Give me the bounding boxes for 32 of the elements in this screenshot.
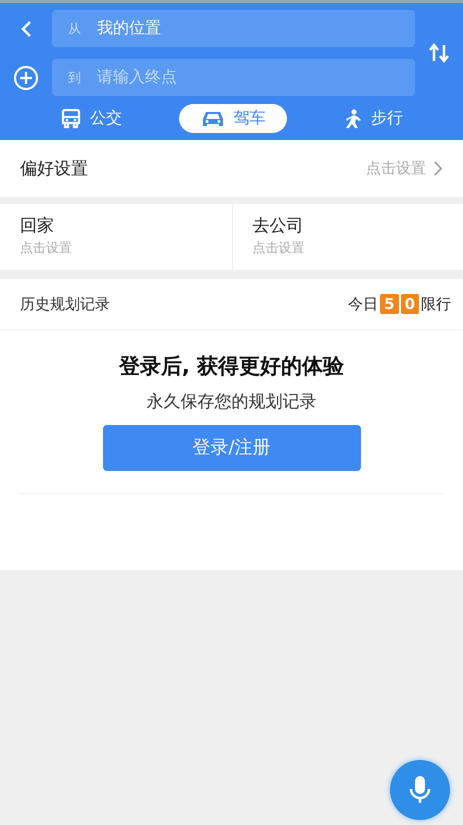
shortcut-title[interactable]: 回家 <box>20 214 212 237</box>
origin-value: 我的位置 <box>97 18 161 39</box>
login-text: 永久保存您的规划记录 <box>146 391 316 413</box>
destination-placeholder: 请输入终点 <box>97 67 177 88</box>
chevron-icon[interactable] <box>434 161 443 176</box>
history-title: 历史规划记录 <box>20 294 110 314</box>
restriction-label: 今日 <box>348 294 378 314</box>
voice-button[interactable] <box>390 760 450 820</box>
login-heading: 登录后, 获得更好的体验 <box>118 353 344 380</box>
mode-tab[interactable]: 公交 <box>38 104 144 133</box>
bus-icon <box>60 108 82 128</box>
microphone-icon <box>408 774 432 806</box>
add-icon[interactable] <box>13 64 39 90</box>
shortcut-subtitle: 点击设置 <box>20 240 73 257</box>
shortcut-subtitle: 点击设置 <box>252 240 306 257</box>
preferences-title: 偏好设置 <box>20 158 88 180</box>
car-icon <box>201 110 226 128</box>
restriction-digit: 5 <box>380 294 399 314</box>
to-label: 到 <box>68 70 81 86</box>
shortcut-title[interactable]: 去公司 <box>252 214 443 237</box>
destination-field[interactable]: 到 请输入终点 <box>52 59 415 96</box>
mode-tab[interactable]: 步行 <box>323 104 426 133</box>
restriction-label: 限行 <box>421 294 451 314</box>
back-icon[interactable] <box>20 20 32 38</box>
origin-field[interactable]: 从 我的位置 <box>52 10 415 47</box>
login-button[interactable]: 登录/注册 <box>102 425 360 471</box>
from-label: 从 <box>68 20 81 38</box>
mode-tab[interactable]: 驾车 <box>179 104 288 133</box>
preferences-action[interactable]: 点击设置 <box>366 159 426 178</box>
restriction-digit: 0 <box>400 294 419 314</box>
walker-icon <box>345 108 364 128</box>
swap-icon[interactable] <box>428 43 450 63</box>
